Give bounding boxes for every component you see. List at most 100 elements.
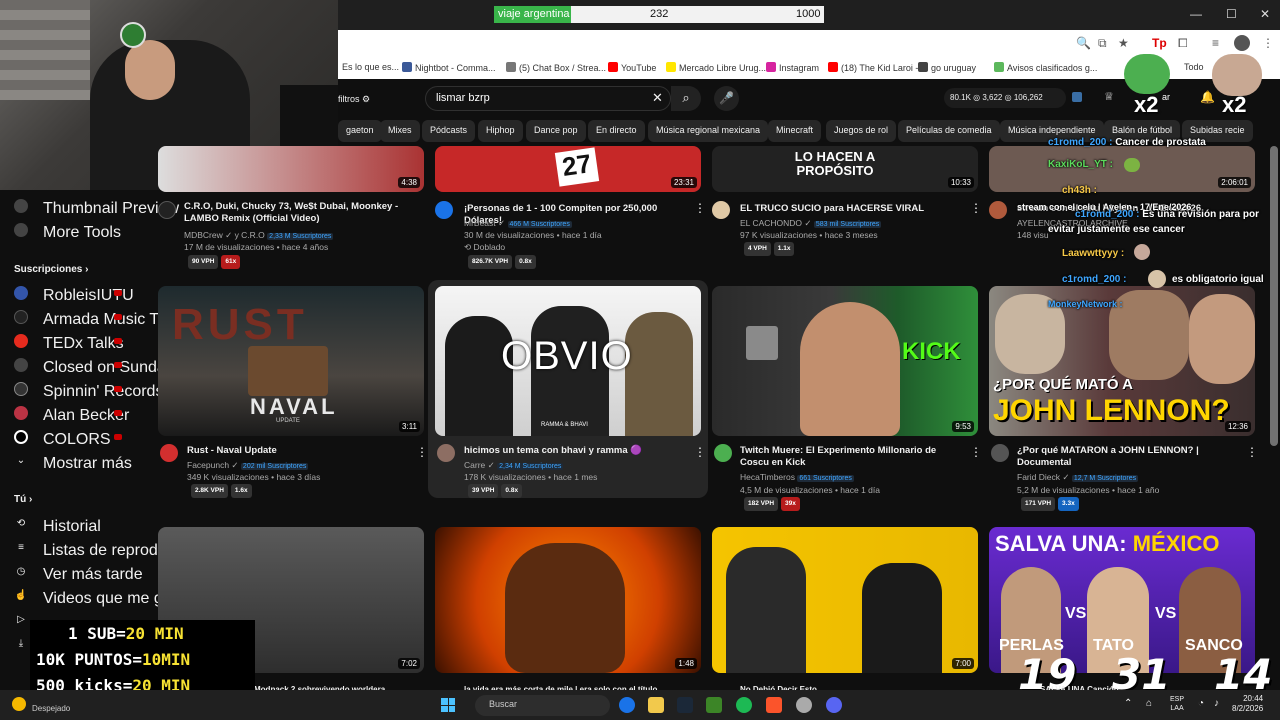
bookmark-item[interactable]: Todo	[1184, 62, 1204, 72]
chip[interactable]: Hiphop	[478, 120, 523, 142]
maximize-button[interactable]: ☐	[1226, 7, 1237, 21]
minecraft-icon[interactable]	[706, 697, 722, 713]
video-channel[interactable]: HecaTimberos 661 Suscriptores	[740, 471, 854, 485]
minimize-button[interactable]: —	[1190, 7, 1202, 21]
windows-start-icon[interactable]	[441, 698, 455, 712]
show-hidden-icons[interactable]: ⌃	[1124, 698, 1132, 709]
sidebar-sub-item[interactable]: TEDx Talks	[0, 330, 140, 352]
browser-menu-icon[interactable]: ⋮	[1262, 36, 1274, 50]
sidebar-sub-item[interactable]: COLORS	[0, 426, 140, 448]
video-title[interactable]: Twitch Muere: El Experimento Millonario …	[740, 445, 960, 469]
you-heading[interactable]: Tú ›	[14, 494, 32, 505]
sidebar-item-liked[interactable]: ☝ Videos que me gus...	[0, 585, 193, 607]
extension-icon[interactable]: Tp	[1152, 36, 1167, 50]
channel-avatar[interactable]	[435, 201, 453, 219]
language-indicator[interactable]: ESP LAA	[1170, 695, 1184, 713]
chip[interactable]: Dance pop	[526, 120, 586, 142]
video-title[interactable]: hicimos un tema con bhavi y ramma 🟣	[464, 445, 684, 457]
file-explorer-icon[interactable]	[648, 697, 664, 713]
channel-avatar[interactable]	[991, 444, 1009, 462]
media-control-icon[interactable]: ≡	[1212, 36, 1219, 50]
bookmark-item[interactable]: Instagram	[766, 62, 819, 73]
chip[interactable]: Juegos de rol	[826, 120, 897, 142]
app-icon[interactable]	[796, 697, 812, 713]
sidebar-sub-item[interactable]: Armada Music TV	[0, 306, 170, 328]
chip[interactable]: Películas de comedia	[898, 120, 1000, 142]
page-scrollbar-thumb[interactable]	[1270, 146, 1278, 446]
bookmark-item[interactable]: (5) Chat Box / Strea...	[506, 62, 606, 73]
search-button[interactable]: ⌕	[671, 86, 701, 111]
brave-icon[interactable]	[766, 697, 782, 713]
weather-moon-icon[interactable]	[12, 697, 26, 711]
bookmark-item[interactable]: (18) The Kid Laroi -...	[828, 62, 926, 73]
discord-icon[interactable]	[826, 697, 842, 713]
clock[interactable]: 20:44 8/2/2026	[1232, 694, 1263, 714]
notifications-bell-icon[interactable]: 🔔	[1200, 90, 1215, 104]
channel-avatar[interactable]	[160, 444, 178, 462]
extensions-puzzle-icon[interactable]: ⧠	[1178, 36, 1188, 51]
voice-search-icon[interactable]: 🎤	[714, 86, 739, 111]
video-thumbnail[interactable]: 2:06:01	[989, 146, 1255, 192]
taskbar-search[interactable]: Buscar	[475, 695, 610, 716]
video-title[interactable]: EL TRUCO SUCIO para HACERSE VIRAL	[740, 203, 960, 215]
zoom-icon[interactable]: 🔍	[1076, 36, 1091, 50]
wifi-icon[interactable]: ◔	[1198, 698, 1204, 709]
channel-avatar[interactable]	[712, 201, 730, 219]
sidebar-item-thumbnail-preview[interactable]: Thumbnail Preview	[0, 195, 179, 217]
more-options-icon[interactable]: ⋮	[970, 445, 982, 459]
video-thumbnail[interactable]: RUST NAVAL UPDATE 3:11	[158, 286, 424, 436]
close-button[interactable]: ✕	[1260, 7, 1270, 21]
bookmark-item[interactable]: go uruguay	[918, 62, 976, 73]
sidebar-sub-item[interactable]: RobleisIUTU	[0, 282, 140, 304]
more-options-icon[interactable]: ⋮	[970, 201, 982, 215]
sidebar-sub-item[interactable]: Alan Becker	[0, 402, 140, 424]
video-channel[interactable]: Farid Dieck ✓ 12,7 M Suscriptores	[1017, 471, 1139, 485]
chip[interactable]: Pódcasts	[422, 120, 476, 142]
video-thumbnail[interactable]: LO HACEN A PROPÓSITO 10:33	[712, 146, 978, 192]
profile-avatar[interactable]	[1234, 35, 1250, 51]
chip[interactable]: Mixes	[380, 120, 420, 142]
more-options-icon[interactable]: ⋮	[1246, 445, 1258, 459]
sidebar-item-history[interactable]: ⟲ Historial	[0, 513, 140, 535]
bookmark-item[interactable]: Es lo que es...	[342, 62, 399, 72]
sidebar-item-more-tools[interactable]: More Tools	[0, 219, 140, 241]
chip[interactable]: gaeton	[338, 120, 382, 142]
chip[interactable]: Minecraft	[768, 120, 822, 142]
video-thumbnail[interactable]: KICK 9:53	[712, 286, 978, 436]
more-options-icon[interactable]: ⋮	[694, 445, 706, 459]
channel-avatar[interactable]	[989, 201, 1007, 219]
more-options-icon[interactable]: ⋮	[416, 445, 428, 459]
video-title[interactable]: C.R.O, Duki, Chucky 73, We$t Dubai, Moon…	[184, 201, 409, 225]
steam-icon[interactable]	[677, 697, 693, 713]
channel-avatar[interactable]	[158, 201, 176, 219]
bookmark-star-icon[interactable]: ★	[1118, 36, 1129, 50]
spotify-icon[interactable]	[736, 697, 752, 713]
video-title[interactable]: ¿Por qué MATARON a JOHN LENNON? | Docume…	[1017, 445, 1232, 469]
trophy-icon[interactable]: ♕	[1104, 90, 1114, 103]
video-title[interactable]: Rust - Naval Update	[187, 445, 407, 457]
channel-avatar[interactable]	[437, 444, 455, 462]
network-icon[interactable]: ⌂	[1146, 698, 1152, 709]
chrome-icon[interactable]	[619, 697, 635, 713]
subscriptions-heading[interactable]: Suscripciones ›	[14, 264, 88, 275]
sidebar-item-playlists[interactable]: ≡ Listas de reproducc...	[0, 537, 196, 559]
volume-icon[interactable]: ♪	[1214, 698, 1219, 709]
video-thumbnail[interactable]: 4:38	[158, 146, 424, 192]
sidebar-show-more[interactable]: ⌄ Mostrar más	[0, 450, 140, 472]
chip[interactable]: Música regional mexicana	[648, 120, 769, 142]
search-input[interactable]: lismar bzrp	[425, 86, 671, 111]
extension-icon[interactable]	[1072, 92, 1082, 102]
bookmark-item[interactable]: Nightbot - Comma...	[402, 62, 496, 73]
video-thumbnail[interactable]: OBVIO RAMMA & BHAVI	[435, 286, 701, 436]
weather-label[interactable]: Despejado	[32, 704, 70, 713]
channel-avatar[interactable]	[714, 444, 732, 462]
sidebar-sub-item[interactable]: Spinnin' Records	[0, 378, 163, 400]
chip[interactable]: En directo	[588, 120, 645, 142]
bookmark-item[interactable]: Avisos clasificados g...	[994, 62, 1097, 73]
video-thumbnail[interactable]: 27 23:31	[435, 146, 701, 192]
sidebar-item-watch-later[interactable]: ◷ Ver más tarde	[0, 561, 143, 583]
bookmark-item[interactable]: Mercado Libre Urug...	[666, 62, 766, 73]
video-thumbnail[interactable]: 1:48	[435, 527, 701, 673]
filters-button[interactable]: filtros ⚙	[338, 94, 370, 105]
video-thumbnail[interactable]: 7:00	[712, 527, 978, 673]
